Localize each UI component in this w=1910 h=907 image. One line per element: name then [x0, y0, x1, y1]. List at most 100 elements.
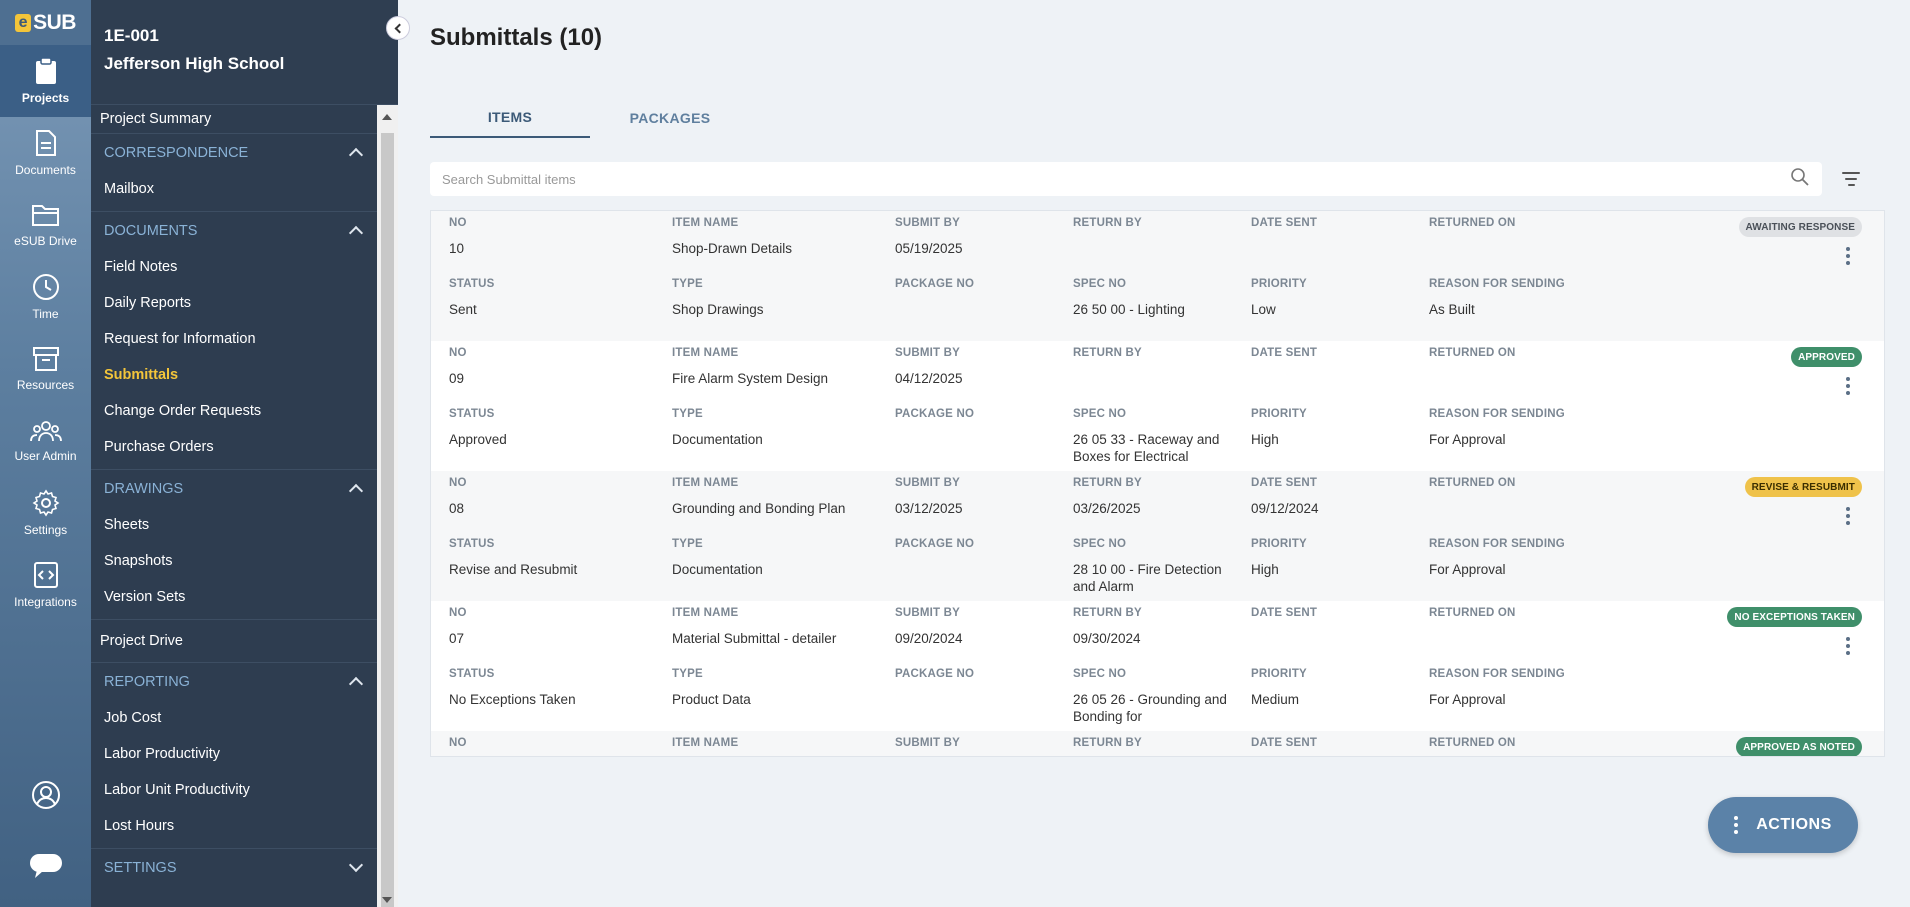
field-status: STATUS Sent — [449, 278, 495, 317]
rail-item-projects[interactable]: Projects — [0, 45, 91, 117]
collapse-nav-button[interactable] — [386, 16, 410, 40]
row-menu-button[interactable] — [1846, 637, 1850, 655]
nav-version-sets[interactable]: Version Sets — [91, 579, 377, 615]
status-badge: REVISE & RESUBMIT — [1744, 477, 1862, 497]
search-icon[interactable] — [1790, 167, 1810, 192]
more-vertical-icon — [1734, 816, 1739, 834]
nav-section-correspondence[interactable]: CORRESPONDENCE — [91, 133, 377, 171]
submittal-card[interactable]: NO 09 ITEM NAME Fire Alarm System Design SUB… — [431, 341, 1884, 471]
rail-item-resources[interactable]: Resources — [0, 333, 91, 405]
row-menu-button[interactable] — [1846, 377, 1850, 395]
submittal-card[interactable]: NO 08 ITEM NAME Grounding and Bonding Plan S… — [431, 471, 1884, 601]
actions-button[interactable]: ACTIONS — [1708, 797, 1858, 853]
nav-submittals[interactable]: Submittals — [91, 357, 377, 393]
row-menu-button[interactable] — [1846, 247, 1850, 265]
field-type: TYPE Product Data — [672, 668, 751, 707]
nav-labor-unit-productivity[interactable]: Labor Unit Productivity — [91, 772, 377, 808]
nav-snapshots[interactable]: Snapshots — [91, 543, 377, 579]
search-input[interactable] — [442, 171, 1790, 187]
nav-section-documents[interactable]: DOCUMENTS — [91, 211, 377, 249]
nav-rfi[interactable]: Request for Information — [91, 321, 377, 357]
field-reason: REASON FOR SENDING For Approval — [1429, 408, 1565, 447]
chevron-up-icon — [348, 483, 364, 499]
field-type: TYPE Documentation — [672, 408, 763, 447]
nav-mailbox[interactable]: Mailbox — [91, 171, 377, 207]
field-reason: REASON FOR SENDING As Built — [1429, 278, 1565, 317]
nav-project-drive[interactable]: Project Drive — [91, 620, 377, 662]
tab-packages[interactable]: PACKAGES — [590, 97, 750, 138]
search-bar — [430, 162, 1822, 196]
nav-daily-reports[interactable]: Daily Reports — [91, 285, 377, 321]
rail-item-settings[interactable]: Settings — [0, 477, 91, 549]
more-vertical-icon — [1846, 507, 1850, 511]
nav-change-order-requests[interactable]: Change Order Requests — [91, 393, 377, 429]
nav-labor-productivity[interactable]: Labor Productivity — [91, 736, 377, 772]
nav-purchase-orders[interactable]: Purchase Orders — [91, 429, 377, 465]
field-submit-by: SUBMIT BY 04/12/2025 — [895, 347, 963, 386]
submittal-card[interactable]: NO 07 ITEM NAME Material Submittal - detail… — [431, 601, 1884, 731]
tab-bar: ITEMS PACKAGES — [430, 97, 750, 138]
field-spec-no: SPEC NO 26 05 26 - Grounding and Bonding … — [1073, 668, 1227, 724]
nav-section-settings[interactable]: SETTINGS — [91, 848, 377, 886]
filter-lines-icon — [1842, 172, 1860, 174]
field-date-sent: DATE SENT 09/12/2024 — [1251, 477, 1319, 516]
field-reason: REASON FOR SENDING For Approval — [1429, 538, 1565, 577]
profile-button[interactable] — [0, 780, 91, 815]
scroll-up-icon[interactable] — [382, 114, 392, 120]
nav-job-cost[interactable]: Job Cost — [91, 700, 377, 736]
sort-filter-button[interactable] — [1836, 166, 1866, 192]
chat-button[interactable] — [0, 852, 91, 885]
more-vertical-icon — [1846, 247, 1850, 251]
field-returned-on: RETURNED ON — [1429, 737, 1516, 749]
rail-item-documents[interactable]: Documents — [0, 117, 91, 189]
field-package-no: PACKAGE NO — [895, 538, 975, 550]
field-status: STATUS Approved — [449, 408, 507, 447]
field-submit-by: SUBMIT BY 05/19/2025 — [895, 217, 963, 256]
project-nav: 1E-001 Jefferson High School Project Sum… — [91, 0, 398, 907]
rail-item-user-admin[interactable]: User Admin — [0, 405, 91, 477]
nav-project-summary[interactable]: Project Summary — [91, 105, 377, 133]
nav-lost-hours[interactable]: Lost Hours — [91, 808, 377, 844]
more-vertical-icon — [1846, 377, 1850, 381]
gear-icon — [32, 489, 60, 517]
nav-section-reporting[interactable]: REPORTING — [91, 662, 377, 700]
nav-field-notes[interactable]: Field Notes — [91, 249, 377, 285]
status-badge: NO EXCEPTIONS TAKEN — [1727, 607, 1862, 627]
archive-box-icon — [32, 346, 60, 372]
field-returned-on: RETURNED ON — [1429, 477, 1516, 489]
project-id: 1E-001 — [104, 26, 159, 45]
more-vertical-icon — [1846, 637, 1850, 641]
field-date-sent: DATE SENT — [1251, 217, 1318, 229]
field-priority: PRIORITY Medium — [1251, 668, 1307, 707]
field-status: STATUS Revise and Resubmit — [449, 538, 578, 577]
rail-item-time[interactable]: Time — [0, 261, 91, 333]
field-date-sent: DATE SENT — [1251, 347, 1318, 359]
submittal-card[interactable]: NO ITEM NAME SUBMIT BY RETURN BY DATE SENT RE… — [431, 731, 1884, 756]
row-menu-button[interactable] — [1846, 507, 1850, 525]
main-content: Submittals (10) ITEMS PACKAGES NO10 ITEM … — [398, 0, 1910, 907]
clock-icon — [32, 273, 60, 301]
rail-item-esub-drive[interactable]: eSUB Drive — [0, 189, 91, 261]
field-item-name: ITEM NAME Fire Alarm System Design — [672, 347, 829, 386]
field-package-no: PACKAGE NO — [895, 278, 975, 290]
field-package-no: PACKAGE NO — [895, 668, 975, 680]
scrollbar-thumb[interactable] — [381, 133, 394, 907]
field-type: TYPE Documentation — [672, 538, 763, 577]
nav-body: Project Summary CORRESPONDENCE Mailbox D… — [91, 105, 377, 907]
field-submit-by: SUBMIT BY — [895, 737, 961, 749]
submittal-card[interactable]: NO 10 ITEM NAME Shop-Drawn Details SUBMIT BY… — [431, 211, 1884, 341]
project-header: 1E-001 Jefferson High School — [91, 0, 398, 105]
esub-logo[interactable]: e SUB — [0, 0, 91, 45]
field-spec-no: SPEC NO 26 05 33 - Raceway and Boxes for … — [1073, 408, 1220, 464]
chevron-left-icon — [394, 23, 405, 33]
scroll-down-icon[interactable] — [382, 897, 392, 903]
field-no: NO 07 — [449, 607, 467, 646]
nav-scrollbar[interactable] — [377, 105, 398, 907]
rail-item-integrations[interactable]: Integrations — [0, 549, 91, 621]
nav-section-drawings[interactable]: DRAWINGS — [91, 469, 377, 507]
tab-items[interactable]: ITEMS — [430, 97, 590, 138]
field-no: NO — [449, 737, 467, 749]
field-submit-by: SUBMIT BY 03/12/2025 — [895, 477, 963, 516]
field-type: TYPE Shop Drawings — [672, 278, 764, 317]
nav-sheets[interactable]: Sheets — [91, 507, 377, 543]
